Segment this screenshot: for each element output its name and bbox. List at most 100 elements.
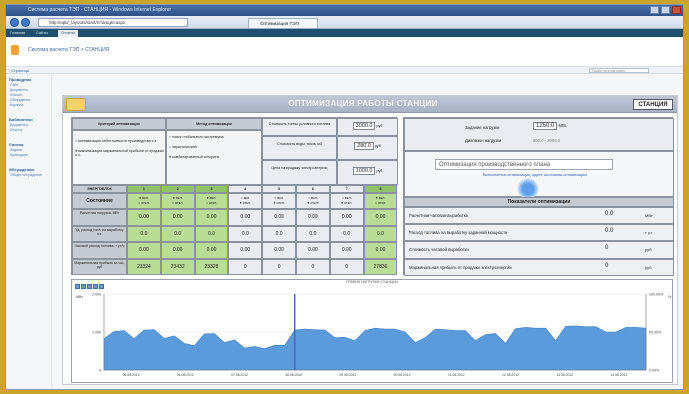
state-off-label: откл. [310, 201, 319, 205]
load-input[interactable]: 1250.0 [533, 122, 558, 130]
forward-icon[interactable] [21, 18, 30, 27]
row-label: Расчетная нагрузка, МВт [72, 209, 127, 226]
browser-tab-label: Оптимизация ТЭП [260, 21, 299, 26]
chart-title: ГРАФИК НАГРУЗКИ СТАНЦИИ [346, 280, 398, 284]
back-icon[interactable] [10, 18, 19, 27]
state-on-option[interactable]: ○ вкл. [297, 196, 329, 200]
state-on-option[interactable]: ○ вкл. [229, 196, 261, 200]
power-price-label: Цена на продажу электроэнергии [262, 160, 337, 185]
page-menu-label[interactable]: Страница [11, 68, 29, 73]
load-value-wrap: 1250.0 МВт [533, 122, 567, 130]
state-off-label: откл. [208, 201, 218, 205]
reset-zoom-icon[interactable] [93, 284, 98, 289]
site-logo-icon [11, 45, 19, 55]
unit-state-toggle[interactable]: ○ вкл. ● откл. [296, 193, 330, 209]
state-off-option[interactable]: ○ откл. [365, 201, 397, 205]
row-label: Маржинальная прибыль за час, руб [72, 258, 127, 275]
power-price-input[interactable]: 1000.0 [352, 167, 376, 175]
range-label: Диапазон нагрузки [465, 138, 502, 143]
state-off-option[interactable]: ○ откл. [196, 201, 228, 205]
row-value: 0.00 [262, 209, 296, 226]
export-icon[interactable] [99, 284, 104, 289]
row-value: 0.00 [262, 242, 296, 259]
unit-number: 4 [228, 185, 263, 193]
unit-state-toggle[interactable]: ● вкл. ○ откл. [160, 193, 195, 209]
menu-item-sites[interactable]: Сайты [36, 30, 48, 35]
panel-header: ОПТИМИЗАЦИЯ РАБОТЫ СТАНЦИИ СТАНЦИЯ [63, 96, 677, 113]
water-cost-input[interactable]: 280.0 [354, 142, 374, 150]
maximize-icon[interactable] [661, 6, 670, 14]
station-tab[interactable]: СТАНЦИЯ [633, 99, 673, 110]
state-on-option[interactable]: ○ вкл. [263, 196, 295, 200]
unit-state-toggle[interactable]: ○ вкл. ● откл. [262, 193, 296, 209]
method-options: ○ поиск глобального экстремума ○ эвристи… [166, 130, 262, 185]
sidebar-section-title[interactable]: Обсуждения [6, 165, 51, 172]
sidebar-section-title[interactable]: Библиотеки [6, 115, 51, 122]
unit-state-toggle[interactable]: ○ вкл. ● откл. [228, 193, 263, 209]
close-icon[interactable] [672, 6, 681, 14]
criterion-option-max-profit[interactable]: ● максимизация маржинальной прибыли от п… [75, 149, 165, 157]
sidebar-item[interactable]: Календарь [6, 152, 51, 157]
zoom-out-icon[interactable] [81, 284, 86, 289]
state-off-label: откл. [242, 201, 252, 205]
state-off-option[interactable]: ● откл. [331, 201, 363, 205]
sidebar-item[interactable]: Общее обсуждение [6, 172, 51, 177]
state-off-option[interactable]: ● откл. [229, 201, 261, 205]
menu-item-home[interactable]: Главная [10, 30, 25, 35]
unit-state-toggle[interactable]: ○ вкл. ● откл. [329, 193, 364, 209]
method-option-global[interactable]: ○ поиск глобального экстремума [169, 135, 261, 139]
indicator-label: Стоимость часовой выработки [409, 247, 469, 253]
state-on-option[interactable]: ○ вкл. [331, 196, 363, 200]
state-on-option[interactable]: ● вкл. [128, 196, 160, 200]
row-value: 0 [262, 258, 296, 275]
state-on-option[interactable]: ● вкл. [162, 196, 194, 200]
minimize-icon[interactable] [650, 6, 659, 14]
state-on-label: вкл. [344, 196, 352, 200]
state-on-option[interactable]: ● вкл. [196, 196, 228, 200]
row-value: 0.00 [127, 209, 161, 226]
unit-number: 5 [262, 185, 296, 193]
optimization-plan-input[interactable]: Оптимизация производственного плана [435, 159, 613, 170]
y-axis-label: МВт [76, 295, 83, 299]
optimization-box: Оптимизация производственного плана Выпо… [404, 151, 674, 200]
state-off-option[interactable]: ● откл. [263, 201, 295, 205]
row-value: 0.00 [228, 209, 263, 226]
fuel-cost-cell: 3000.0 руб [337, 118, 398, 136]
y-tick-label: 0 [99, 369, 101, 373]
unit-state-toggle[interactable]: ● вкл. ○ откл. [127, 193, 161, 209]
indicator-value: 0 [605, 262, 609, 269]
optimization-status-link[interactable]: Выполняется оптимизация, ждите окончания… [435, 173, 635, 177]
unit-state-toggle[interactable]: ● вкл. ○ откл. [194, 193, 229, 209]
zoom-in-icon[interactable] [75, 284, 80, 289]
indicator-value: 0.0 [605, 211, 614, 217]
criterion-options: ○ минимизация себестоимости производства… [72, 130, 166, 185]
y-tick-label: 2 000 [92, 293, 101, 297]
x-tick-label: 10.08.2012 [394, 373, 411, 377]
state-off-option[interactable]: ○ откл. [128, 201, 160, 205]
browser-tab[interactable]: Оптимизация ТЭП [248, 18, 318, 28]
breadcrumb[interactable]: Система расчета ТЭП > СТАНЦИЯ [28, 47, 109, 53]
y-right-axis-label: % [668, 295, 672, 299]
criterion-option-max-profit-label: максимизация маржинальной прибыли от про… [75, 149, 164, 157]
state-on-option[interactable]: ● вкл. [365, 196, 397, 200]
criterion-option-min-cost[interactable]: ○ минимизация себестоимости производства… [75, 139, 165, 143]
site-search-input[interactable]: Поиск на этом сайте [589, 68, 649, 73]
state-off-option[interactable]: ● откл. [297, 201, 329, 205]
pan-icon[interactable] [87, 284, 92, 289]
row-value: 0.00 [296, 242, 330, 259]
chart-canvas[interactable]: 2 000 100.00% 1 000 50.00% 0 0.00% 05.08.2012 0… [72, 290, 674, 384]
row-value: 0.00 [363, 209, 398, 226]
url-field[interactable]: http://opti/_layouts/start/Станция.aspx [38, 18, 188, 27]
unit-state-toggle[interactable]: ● вкл. ○ откл. [363, 193, 398, 209]
sidebar-item[interactable]: Корзина [6, 102, 51, 107]
fuel-cost-input[interactable]: 3000.0 [352, 122, 376, 130]
method-option-heuristic[interactable]: ○ эвристический [169, 145, 261, 149]
sidebar-item[interactable]: Отчеты [6, 127, 51, 132]
menu-item-reports[interactable]: Отчеты [58, 30, 78, 37]
state-off-option[interactable]: ○ откл. [162, 201, 194, 205]
window-titlebar: Система расчета ТЭП - СТАНЦИЯ - Windows … [6, 5, 683, 16]
sidebar-section-title[interactable]: Проводник [6, 75, 51, 82]
indicator-label: Расчетная часовая выработка [409, 213, 469, 218]
sidebar-section-title[interactable]: Списки [6, 140, 51, 147]
method-option-combined[interactable]: ● комбинированный алгоритм [169, 155, 261, 159]
